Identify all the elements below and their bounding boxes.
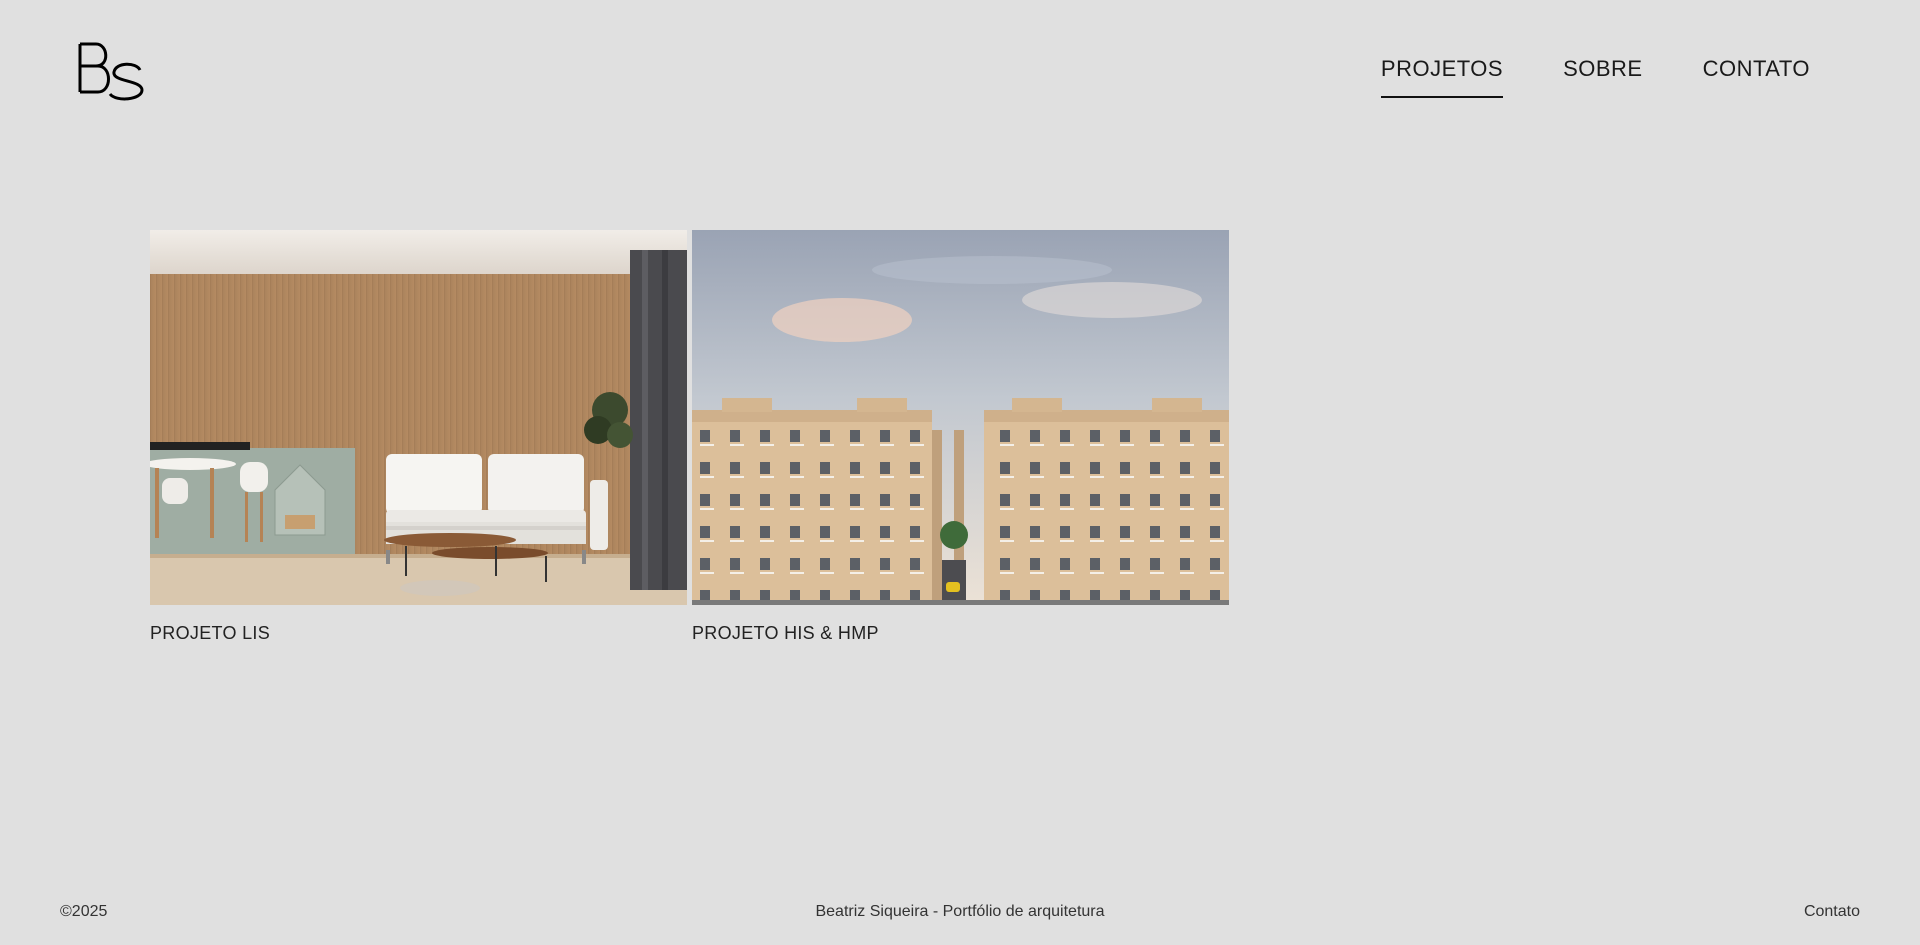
project-card-lis[interactable]: PROJETO LIS <box>150 230 687 644</box>
footer-contact-link[interactable]: Contato <box>1804 903 1860 921</box>
project-card-his-hmp[interactable]: PROJETO HIS & HMP <box>692 230 1229 644</box>
projects-grid: PROJETO LIS PROJETO HIS & HMP <box>150 230 1229 644</box>
nav-projetos[interactable]: PROJETOS <box>1380 56 1504 98</box>
main-nav: PROJETOS SOBRE CONTATO <box>1380 56 1810 98</box>
nav-sobre[interactable]: SOBRE <box>1563 56 1643 98</box>
project-title-his-hmp[interactable]: PROJETO HIS & HMP <box>692 623 1229 644</box>
nav-contato[interactable]: CONTATO <box>1703 56 1810 98</box>
project-title-lis[interactable]: PROJETO LIS <box>150 623 687 644</box>
project-his-hmp-image[interactable] <box>692 230 1229 605</box>
bs-logo[interactable] <box>78 40 146 102</box>
footer: ©2025 Beatriz Siqueira - Portfólio de ar… <box>60 903 1860 925</box>
footer-center-text: Beatriz Siqueira - Portfólio de arquitet… <box>815 903 1105 920</box>
project-lis-image[interactable] <box>150 230 687 605</box>
